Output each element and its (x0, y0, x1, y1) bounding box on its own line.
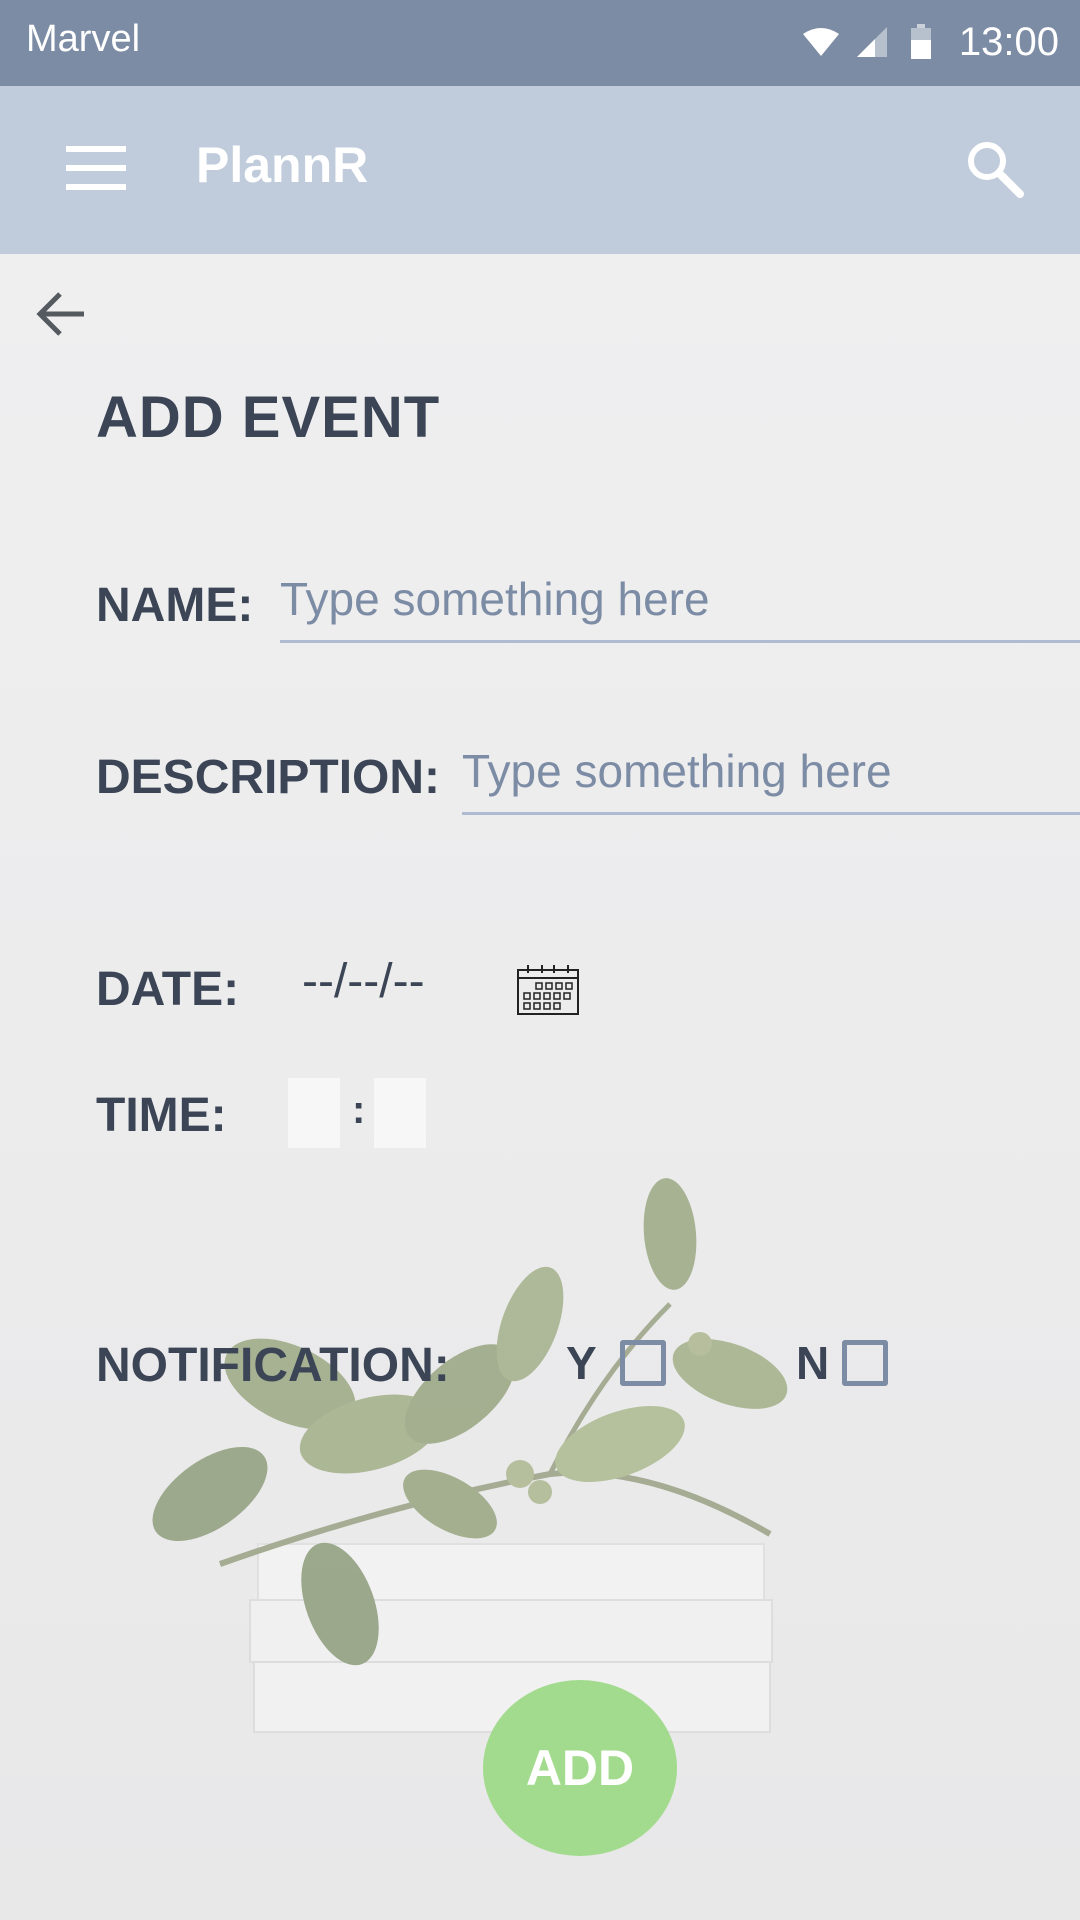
status-icons: 13:00 (801, 16, 1059, 68)
carrier-label: Marvel (26, 18, 141, 60)
name-input[interactable] (280, 572, 1080, 643)
notification-yes-checkbox[interactable] (620, 1340, 666, 1386)
add-button[interactable]: ADD (483, 1680, 677, 1856)
signal-icon (856, 27, 887, 57)
name-label: NAME: (96, 579, 254, 632)
add-event-screen: ADD EVENT NAME: DESCRIPTION: DATE: --/--… (0, 254, 1080, 1920)
notification-no-checkbox[interactable] (842, 1340, 888, 1386)
clock: 13:00 (958, 19, 1059, 64)
wifi-icon (802, 28, 839, 56)
description-input[interactable] (462, 744, 1080, 815)
notification-no-label: N (796, 1337, 830, 1389)
description-label: DESCRIPTION: (96, 751, 441, 804)
time-separator: : (352, 1088, 366, 1132)
calendar-icon[interactable] (516, 964, 580, 1016)
search-icon[interactable] (964, 138, 1024, 198)
app-bar: PlannR (0, 86, 1080, 254)
date-field[interactable]: --/--/-- (302, 954, 425, 1009)
notification-label: NOTIFICATION: (96, 1339, 450, 1392)
menu-icon[interactable] (66, 146, 126, 190)
time-minutes-input[interactable] (374, 1078, 426, 1148)
battery-icon (910, 24, 931, 59)
time-hours-input[interactable] (288, 1078, 340, 1148)
date-label: DATE: (96, 963, 240, 1016)
time-label: TIME: (96, 1089, 227, 1142)
status-bar: Marvel 13:00 (0, 0, 1080, 86)
app-title: PlannR (196, 137, 369, 193)
plant-books-background-image (152, 1178, 788, 1733)
page-title: ADD EVENT (96, 385, 441, 450)
back-arrow-icon[interactable] (34, 290, 88, 338)
notification-yes-label: Y (566, 1337, 597, 1389)
